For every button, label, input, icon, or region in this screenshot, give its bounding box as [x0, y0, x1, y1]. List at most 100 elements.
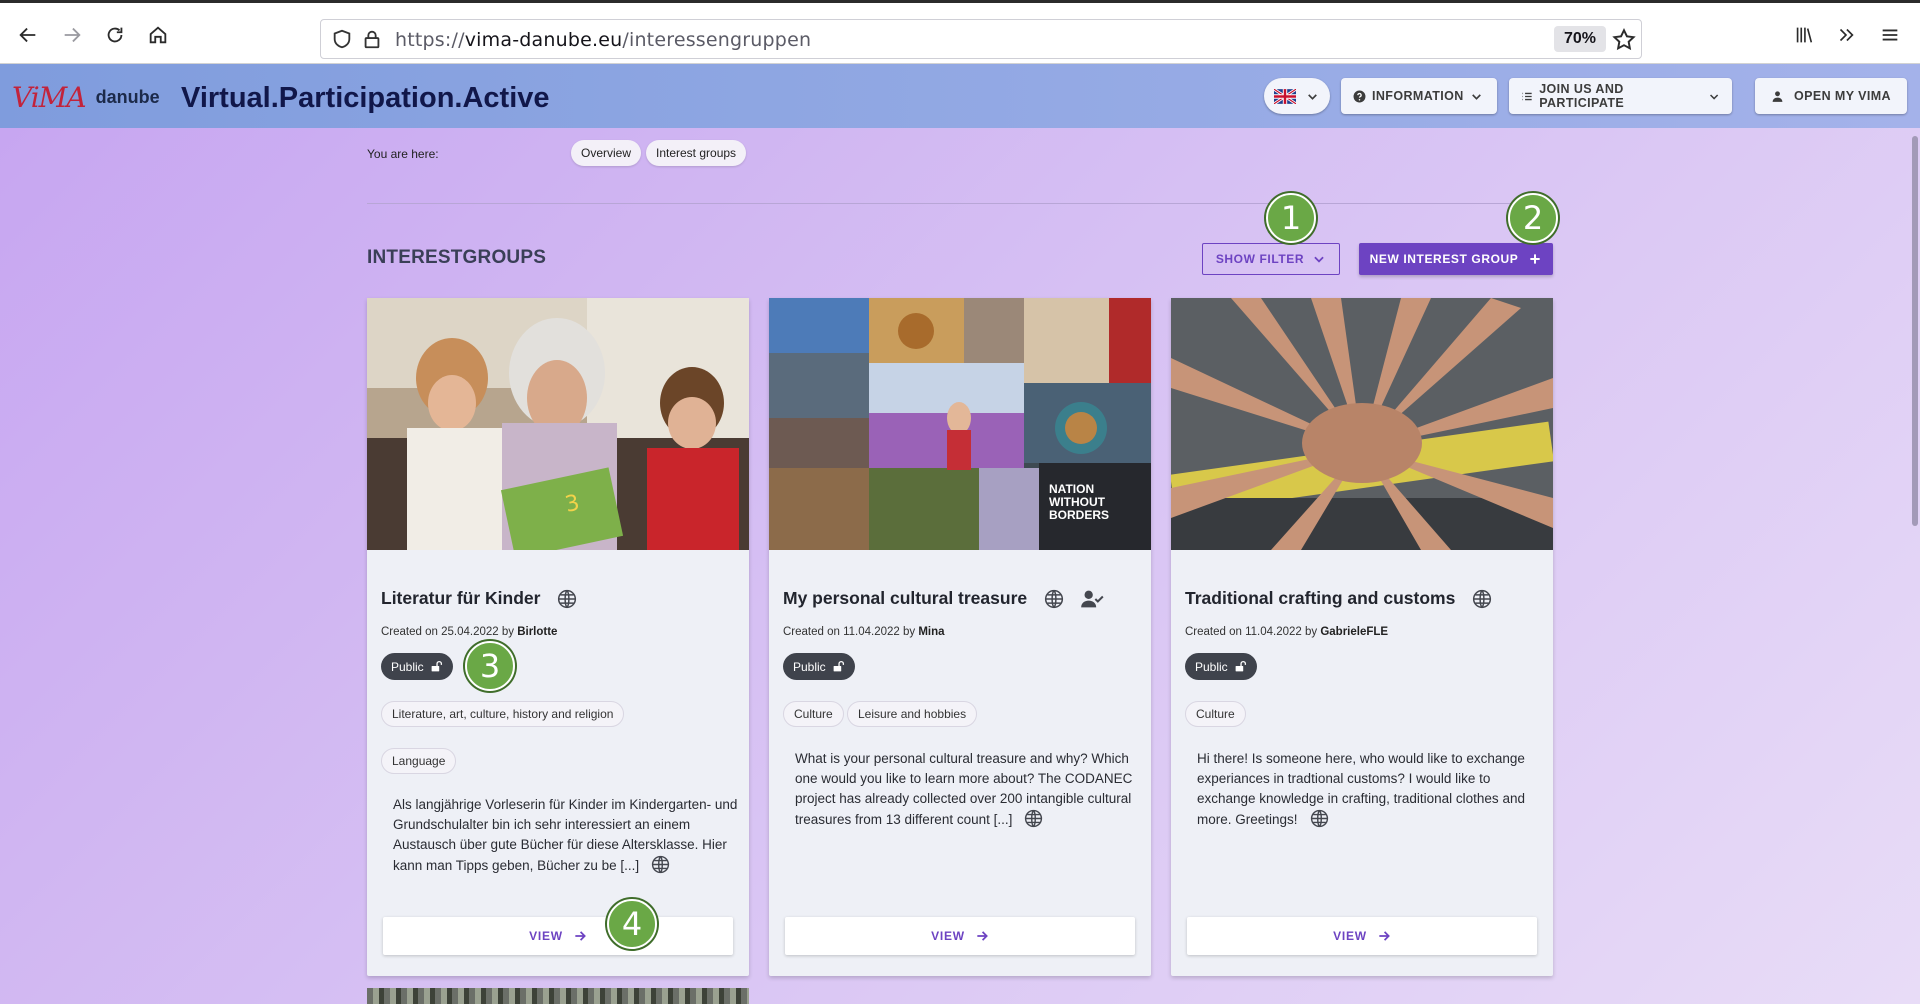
card-meta: Created on 11.04.2022 by GabrieleFLE: [1185, 626, 1388, 638]
unlock-icon: [1235, 660, 1246, 672]
menu-button[interactable]: [1872, 17, 1908, 53]
breadcrumb-interest-groups[interactable]: Interest groups: [646, 140, 747, 166]
join-label: JOIN US AND PARTICIPATE: [1539, 82, 1625, 110]
tag[interactable]: Culture: [783, 701, 844, 727]
url-text[interactable]: https://vima-danube.eu/interessengruppen: [395, 29, 811, 51]
home-icon: [149, 26, 167, 44]
callout-3: 3: [465, 641, 515, 691]
overflow-button[interactable]: [1828, 17, 1864, 53]
card-title-text: My personal cultural treasure: [783, 588, 1028, 608]
globe-icon: [1025, 809, 1043, 828]
new-interest-group-button[interactable]: NEW INTEREST GROUP: [1359, 243, 1553, 275]
browser-toolbar: https://vima-danube.eu/interessengruppen…: [0, 0, 1920, 64]
view-button[interactable]: VIEW: [383, 917, 733, 955]
callout-4: 4: [607, 899, 657, 949]
view-button[interactable]: VIEW: [785, 917, 1135, 955]
card-title[interactable]: Literatur für Kinder: [381, 588, 591, 609]
globe-icon: [1044, 590, 1064, 609]
callout-2: 2: [1508, 193, 1558, 243]
card-image[interactable]: [1171, 298, 1553, 550]
tag[interactable]: Leisure and hobbies: [847, 701, 978, 727]
card-photo-collage: NATION WITHOUT BORDERS: [769, 298, 1151, 550]
visibility-badge: Public: [381, 653, 453, 680]
uk-flag-icon: [1274, 88, 1296, 104]
zoom-level-badge[interactable]: 70%: [1554, 26, 1607, 52]
library-button[interactable]: [1786, 17, 1822, 53]
open-my-vima-label: OPEN MY VIMA: [1794, 89, 1891, 103]
arrow-right-icon: [1379, 931, 1390, 941]
globe-icon: [1473, 590, 1492, 609]
interest-group-card[interactable]: 3 Literatur für Kinder Created on 25.04.…: [367, 298, 749, 976]
site-logo[interactable]: ViMA danube: [12, 80, 160, 114]
author-name[interactable]: Mina: [918, 626, 944, 638]
breadcrumb-overview[interactable]: Overview: [571, 140, 642, 166]
chevron-down-icon: [1308, 93, 1317, 100]
interest-group-card[interactable]: Traditional crafting and customs Created…: [1171, 298, 1553, 976]
chevrons-right-icon: [1839, 28, 1854, 42]
site-header: ViMA danube Virtual.Participation.Active…: [0, 64, 1920, 128]
description-text: What is your personal cultural treasure …: [795, 751, 1133, 827]
breadcrumb-label: You are here:: [367, 147, 439, 161]
visibility-badge: Public: [783, 653, 855, 680]
address-bar[interactable]: https://vima-danube.eu/interessengruppen…: [320, 19, 1642, 59]
card-image[interactable]: 3: [367, 298, 749, 550]
arrow-right-icon: [977, 931, 988, 941]
arrow-left-icon: [19, 27, 36, 43]
hamburger-icon: [1882, 29, 1898, 41]
information-menu[interactable]: INFORMATION: [1341, 78, 1497, 114]
tag[interactable]: Culture: [1185, 701, 1246, 727]
shield-icon[interactable]: [331, 28, 353, 50]
view-label: VIEW: [931, 929, 965, 943]
reload-icon: [107, 27, 123, 43]
back-button[interactable]: [10, 17, 46, 53]
new-interest-group-label: NEW INTEREST GROUP: [1369, 252, 1519, 266]
page-scrollbar[interactable]: [1908, 128, 1920, 1004]
card-title[interactable]: My personal cultural treasure: [783, 588, 1120, 609]
plus-icon: [1530, 254, 1541, 264]
created-text: Created on 11.04.2022 by: [783, 626, 919, 638]
card-photo-reading: 3: [367, 298, 749, 550]
reload-button[interactable]: [97, 17, 133, 53]
url-domain: vima-danube.eu: [464, 29, 623, 51]
created-text: Created on 25.04.2022 by: [381, 626, 518, 638]
chevron-down-icon: [1314, 256, 1324, 263]
card-photo-hands: [1171, 298, 1553, 550]
scrollbar-thumb[interactable]: [1912, 136, 1918, 526]
information-label: INFORMATION: [1372, 89, 1464, 103]
visibility-label: Public: [391, 659, 424, 674]
site-title: Virtual.Participation.Active: [181, 82, 550, 114]
divider: [367, 203, 1552, 204]
library-icon: [1796, 27, 1813, 43]
visibility-badge: Public: [1185, 653, 1257, 680]
view-button[interactable]: VIEW: [1187, 917, 1537, 955]
next-card-image-edge: [367, 988, 749, 1004]
globe-icon: [652, 855, 670, 874]
card-title-text: Literatur für Kinder: [381, 588, 541, 608]
show-filter-button[interactable]: SHOW FILTER: [1202, 243, 1340, 275]
author-name[interactable]: Birlotte: [517, 626, 557, 638]
url-prefix: https://: [395, 29, 465, 51]
open-my-vima-button[interactable]: OPEN MY VIMA: [1755, 78, 1907, 114]
arrow-right-icon: [64, 27, 81, 43]
user-check-icon: [1081, 591, 1104, 608]
author-name[interactable]: GabrieleFLE: [1320, 626, 1388, 638]
globe-icon: [558, 590, 577, 609]
created-text: Created on 11.04.2022 by: [1185, 626, 1321, 638]
show-filter-label: SHOW FILTER: [1215, 252, 1305, 266]
card-meta: Created on 25.04.2022 by Birlotte: [381, 626, 557, 638]
home-button[interactable]: [140, 17, 176, 53]
language-selector[interactable]: [1264, 78, 1330, 114]
section-title: INTERESTGROUPS: [367, 247, 547, 268]
list-icon: [1522, 92, 1532, 100]
tag[interactable]: Language: [381, 748, 457, 774]
globe-icon: [1310, 809, 1328, 828]
join-menu[interactable]: JOIN US AND PARTICIPATE: [1509, 78, 1732, 114]
card-description: Als langjährige Vorleserin für Kinder im…: [393, 795, 741, 876]
interest-group-card[interactable]: NATION WITHOUT BORDERS My personal cultura…: [769, 298, 1151, 976]
forward-button[interactable]: [54, 17, 90, 53]
tag[interactable]: Literature, art, culture, history and re…: [381, 701, 625, 727]
lock-icon[interactable]: [361, 28, 383, 50]
star-icon[interactable]: [1611, 27, 1637, 53]
card-image[interactable]: NATION WITHOUT BORDERS: [769, 298, 1151, 550]
card-title[interactable]: Traditional crafting and customs: [1185, 588, 1506, 609]
